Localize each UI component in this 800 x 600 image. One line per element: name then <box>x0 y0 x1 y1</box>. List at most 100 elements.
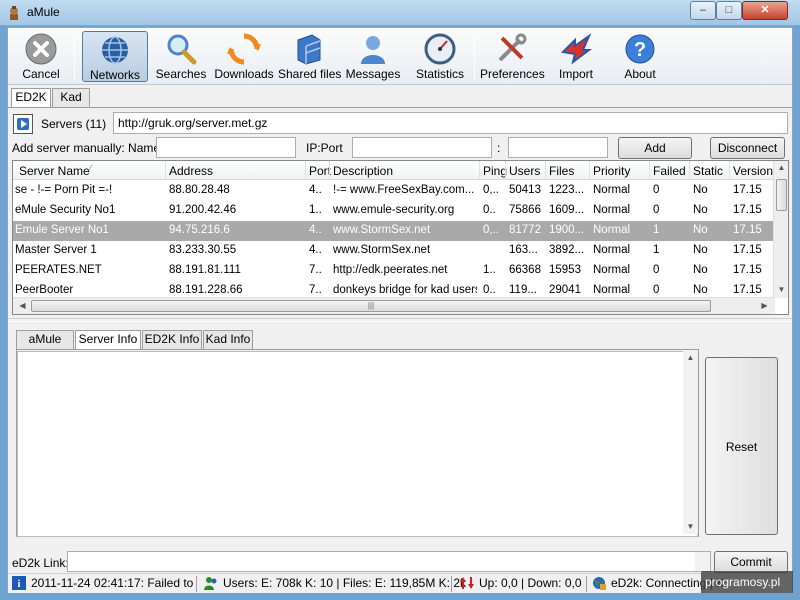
scroll-up-arrow-icon[interactable]: ▲ <box>683 353 698 362</box>
toolbar-downloads-label: Downloads <box>214 67 274 81</box>
cell-address: 88.191.81.111 <box>169 264 241 276</box>
toolbar-networks-label: Networks <box>89 68 140 82</box>
scroll-up-arrow-icon[interactable]: ▲ <box>774 163 788 172</box>
cell-server-name: PeerBooter <box>15 284 74 296</box>
toolbar-networks-button[interactable]: Networks <box>82 31 148 82</box>
cell-port: 4.. <box>309 224 322 236</box>
title-bar[interactable]: aMule – □ ✕ <box>0 0 800 26</box>
networks-globe-icon <box>102 36 128 64</box>
col-address[interactable]: Address <box>169 164 213 178</box>
table-row[interactable]: se - !-= Porn Pit =-! 88.80.28.48 4.. !-= w… <box>13 181 773 201</box>
server-list-table: Server Name ⁄ Address Port Description P… <box>12 160 789 315</box>
table-horizontal-scrollbar[interactable]: ◀ ||| ▶ <box>13 297 775 314</box>
toolbar-cancel-button[interactable]: Cancel <box>12 31 70 82</box>
scroll-thumb[interactable] <box>776 179 787 211</box>
col-users[interactable]: Users <box>509 164 540 178</box>
cell-static: No <box>693 184 708 196</box>
cell-failed: 0 <box>653 184 660 196</box>
cell-static: No <box>693 204 708 216</box>
toolbar-messages-button[interactable]: Messages <box>344 31 402 82</box>
table-row[interactable]: PEERATES.NET 88.191.81.111 7.. http://edk.p… <box>13 261 773 281</box>
cell-port: 7.. <box>309 284 322 296</box>
col-failed[interactable]: Failed <box>653 164 686 178</box>
ed2k-panel: Servers (11) http://gruk.org/server.met.… <box>8 107 792 315</box>
cell-failed: 1 <box>653 244 660 256</box>
reset-button[interactable]: Reset <box>705 357 778 535</box>
toolbar-separator <box>74 32 75 80</box>
cell-files: 3892... <box>549 244 585 256</box>
server-info-scrollbar[interactable]: ▲ ▼ <box>683 350 698 534</box>
cell-users: 119... <box>509 284 537 296</box>
main-window-client: Cancel Networks Searches Downloads Share… <box>7 27 793 593</box>
table-row[interactable]: Master Server 1 83.233.30.55 4.. www.StormS… <box>13 241 773 261</box>
table-vertical-scrollbar[interactable]: ▲ ▼ <box>773 161 788 298</box>
col-priority[interactable]: Priority <box>593 164 630 178</box>
toolbar: Cancel Networks Searches Downloads Share… <box>8 28 792 85</box>
status-transfer: Up: 0,0 | Down: 0,0 <box>460 576 582 593</box>
cell-static: No <box>693 224 708 236</box>
cell-priority: Normal <box>593 244 631 256</box>
col-ping[interactable]: Ping <box>483 164 507 178</box>
cell-server-name: Emule Server No1 <box>15 224 109 236</box>
toolbar-downloads-button[interactable]: Downloads <box>213 31 275 82</box>
commit-button[interactable]: Commit <box>714 551 788 573</box>
scroll-down-arrow-icon[interactable]: ▼ <box>774 285 788 294</box>
play-icon <box>17 118 29 130</box>
server-port-input[interactable] <box>508 137 608 158</box>
tab-kad[interactable]: Kad <box>52 88 90 107</box>
toolbar-preferences-button[interactable]: Preferences <box>480 31 545 82</box>
toolbar-import-button[interactable]: Import <box>548 31 604 82</box>
cell-static: No <box>693 244 708 256</box>
horizontal-scroll-thumb[interactable]: ||| <box>31 300 711 312</box>
import-arrow-icon <box>560 33 592 65</box>
tab-ed2k-info[interactable]: ED2K Info <box>142 330 202 349</box>
col-port[interactable]: Port <box>309 164 331 178</box>
server-info-panel: ▲ ▼ <box>16 349 699 537</box>
table-row[interactable]: Emule Server No1 94.75.216.6 4.. www.StormS… <box>13 221 773 241</box>
table-body: se - !-= Porn Pit =-! 88.80.28.48 4.. !-= w… <box>13 181 773 296</box>
tab-amule-log[interactable]: aMule Log <box>16 330 74 363</box>
close-button[interactable]: ✕ <box>742 1 788 20</box>
about-question-icon: ? <box>625 34 655 64</box>
cell-version: 17.15 <box>733 284 762 296</box>
cell-files: 1223... <box>549 184 585 196</box>
maximize-button[interactable]: □ <box>716 1 742 20</box>
cell-version: 17.15 <box>733 264 762 276</box>
toolbar-statistics-button[interactable]: Statistics <box>411 31 469 82</box>
col-files[interactable]: Files <box>549 164 574 178</box>
col-description[interactable]: Description <box>333 164 393 178</box>
servers-toggle-button[interactable] <box>13 114 33 134</box>
port-colon-label: : <box>497 141 501 155</box>
add-server-button[interactable]: Add <box>618 137 692 159</box>
cell-files: 29041 <box>549 284 581 296</box>
col-version[interactable]: Version <box>733 164 773 178</box>
ed2k-link-scrollbar[interactable] <box>695 552 710 571</box>
col-static[interactable]: Static <box>693 164 723 178</box>
table-row[interactable]: eMule Security No1 91.200.42.46 1.. www.emu… <box>13 201 773 221</box>
toolbar-about-button[interactable]: ? About <box>611 31 669 82</box>
server-info-text[interactable] <box>17 351 698 537</box>
toolbar-searches-button[interactable]: Searches <box>152 31 210 82</box>
col-server-name[interactable]: Server Name <box>19 164 90 178</box>
cell-version: 17.15 <box>733 184 762 196</box>
panel-splitter[interactable] <box>8 318 792 322</box>
scroll-right-arrow-icon[interactable]: ▶ <box>757 301 772 310</box>
server-met-url-input[interactable]: http://gruk.org/server.met.gz <box>113 112 788 134</box>
scroll-down-arrow-icon[interactable]: ▼ <box>683 522 698 531</box>
cell-files: 1900... <box>549 224 585 236</box>
server-name-input[interactable] <box>156 137 296 158</box>
ed2k-link-input[interactable] <box>67 551 711 572</box>
cell-ping: 0.. <box>483 204 496 216</box>
toolbar-about-label: About <box>624 67 656 81</box>
status-log[interactable]: i 2011-11-24 02:41:17: Failed to <box>12 576 193 593</box>
tab-ed2k[interactable]: ED2K <box>11 88 51 108</box>
cell-users: 50413 <box>509 184 541 196</box>
toolbar-shared-files-button[interactable]: Shared files <box>278 31 341 82</box>
tab-kad-info[interactable]: Kad Info <box>203 330 253 349</box>
tab-server-info[interactable]: Server Info <box>75 330 141 350</box>
scroll-left-arrow-icon[interactable]: ◀ <box>15 301 30 310</box>
disconnect-button[interactable]: Disconnect <box>710 137 785 159</box>
minimize-button[interactable]: – <box>690 1 716 20</box>
table-row[interactable]: PeerBooter 88.191.228.66 7.. donkeys bridge… <box>13 281 773 296</box>
server-ip-input[interactable] <box>352 137 492 158</box>
